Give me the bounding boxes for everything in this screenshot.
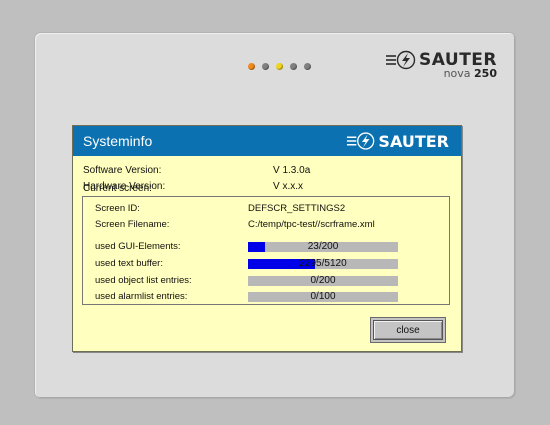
status-led-2: [262, 63, 269, 70]
usage-bar-text: 0/200: [310, 275, 336, 286]
status-led-1: [248, 63, 255, 70]
status-led-3: [276, 63, 283, 70]
model-number: 250: [474, 67, 497, 80]
usage-label-object-list: used object list entries:: [95, 275, 192, 286]
screen-filename-label: Screen Filename:: [95, 219, 170, 230]
status-leds: [248, 63, 311, 70]
systeminfo-dialog: Systeminfo SAUTER Software Version: V 1.…: [72, 125, 462, 352]
sauter-emblem-icon: [386, 50, 416, 70]
sauter-emblem-icon: [347, 132, 375, 150]
model-prefix: nova: [443, 67, 471, 80]
dialog-logo: SAUTER: [346, 131, 449, 151]
close-button[interactable]: close: [373, 320, 443, 340]
dialog-logo-text: SAUTER: [378, 131, 449, 151]
usage-label-gui-elements: used GUI-Elements:: [95, 241, 181, 252]
device-logo: SAUTER nova 250: [385, 50, 497, 80]
dialog-title: Systeminfo: [83, 133, 153, 149]
status-led-4: [290, 63, 297, 70]
usage-bar-text-buffer: 2295/5120: [248, 258, 398, 269]
screen-filename-value: C:/temp/tpc-test//scrframe.xml: [248, 219, 375, 230]
hardware-version-value: V x.x.x: [273, 181, 304, 192]
usage-bar-text: 0/100: [310, 291, 336, 302]
software-version-value: V 1.3.0a: [273, 165, 311, 176]
usage-bar-alarmlist: 0/100: [248, 291, 398, 302]
usage-bar-gui-elements: 23/200: [248, 241, 398, 252]
usage-label-text-buffer: used text buffer:: [95, 258, 163, 269]
usage-bar-object-list: 0/200: [248, 275, 398, 286]
dialog-titlebar: Systeminfo SAUTER: [73, 126, 461, 156]
status-led-5: [304, 63, 311, 70]
usage-bar-text: 23/200: [307, 241, 339, 252]
current-screen-heading: Current screen:: [83, 183, 152, 194]
current-screen-panel: Screen ID: DEFSCR_SETTINGS2 Screen Filen…: [82, 196, 450, 305]
usage-label-alarmlist: used alarmlist entries:: [95, 291, 188, 302]
usage-bar-text: 2295/5120: [299, 258, 347, 269]
screen-id-value: DEFSCR_SETTINGS2: [248, 203, 346, 214]
software-version-label: Software Version:: [83, 165, 162, 176]
screen-id-label: Screen ID:: [95, 203, 140, 214]
